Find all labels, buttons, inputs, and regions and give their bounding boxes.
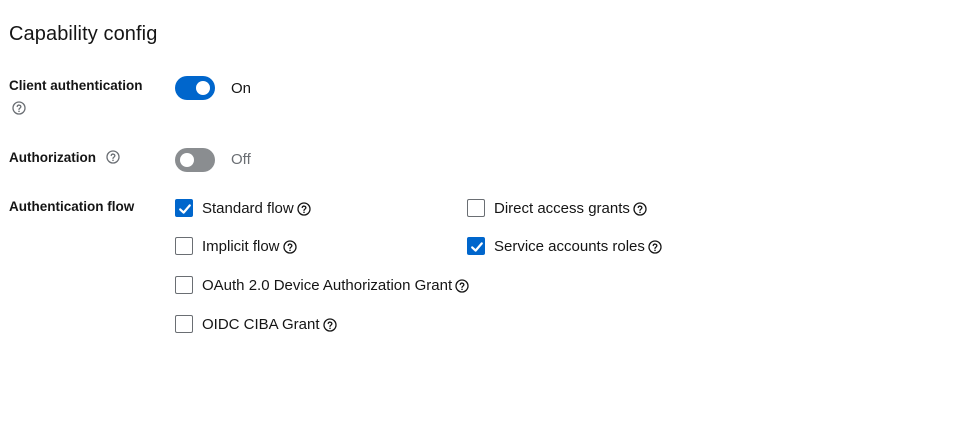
implicit-flow-checkbox[interactable]	[175, 237, 193, 255]
oidc-ciba-grant-option: OIDC CIBA Grant	[175, 313, 337, 335]
switch-knob	[196, 81, 210, 95]
implicit-flow-option: Implicit flow	[175, 235, 297, 257]
direct-access-grants-checkbox[interactable]	[467, 199, 485, 217]
service-accounts-roles-option: Service accounts roles	[467, 235, 662, 257]
service-accounts-roles-label[interactable]: Service accounts roles	[494, 238, 645, 255]
help-icon[interactable]	[455, 279, 469, 293]
authentication-flow-label: Authentication flow	[9, 199, 134, 214]
section-title: Capability config	[9, 23, 158, 45]
check-icon	[179, 204, 191, 214]
authorization-state: Off	[231, 151, 251, 168]
implicit-flow-label[interactable]: Implicit flow	[202, 238, 280, 255]
standard-flow-option: Standard flow	[175, 197, 311, 219]
authorization-switch[interactable]	[175, 148, 215, 172]
switch-knob	[180, 153, 194, 167]
direct-access-grants-option: Direct access grants	[467, 197, 647, 219]
authentication-flow-label-text: Authentication flow	[9, 199, 135, 214]
help-icon[interactable]	[12, 101, 26, 115]
oauth-device-grant-option: OAuth 2.0 Device Authorization Grant	[175, 274, 469, 296]
help-icon[interactable]	[297, 202, 311, 216]
service-accounts-roles-checkbox[interactable]	[467, 237, 485, 255]
authorization-label: Authorization	[9, 150, 120, 165]
check-icon	[471, 242, 483, 252]
standard-flow-checkbox[interactable]	[175, 199, 193, 217]
help-icon[interactable]	[106, 150, 120, 165]
oidc-ciba-grant-label[interactable]: OIDC CIBA Grant	[202, 316, 320, 333]
client-authentication-label-text: Client authentication	[9, 78, 143, 93]
help-icon[interactable]	[282, 240, 297, 254]
direct-access-grants-label[interactable]: Direct access grants	[494, 200, 630, 217]
client-authentication-switch[interactable]	[175, 76, 215, 100]
oidc-ciba-grant-checkbox[interactable]	[175, 315, 193, 333]
oauth-device-grant-checkbox[interactable]	[175, 276, 193, 294]
client-authentication-state: On	[231, 80, 252, 97]
standard-flow-label[interactable]: Standard flow	[202, 200, 294, 217]
help-icon[interactable]	[633, 202, 647, 216]
client-authentication-label: Client authentication	[9, 78, 143, 93]
oauth-device-grant-label[interactable]: OAuth 2.0 Device Authorization Grant	[202, 277, 452, 294]
authorization-label-text: Authorization	[9, 150, 96, 165]
help-icon[interactable]	[648, 240, 662, 254]
help-icon[interactable]	[322, 318, 337, 332]
